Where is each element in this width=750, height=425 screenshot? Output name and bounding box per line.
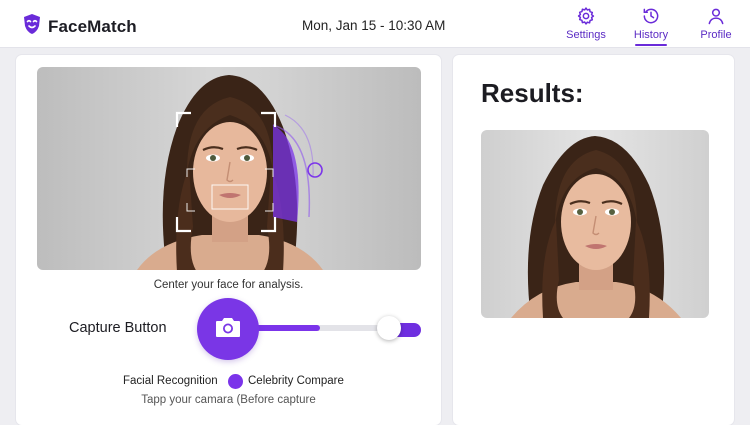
result-photo[interactable] (481, 130, 709, 318)
active-tab-indicator (635, 44, 667, 46)
top-bar: FaceMatch Mon, Jan 15 - 10:30 AM Setting… (0, 0, 750, 48)
capture-button-label: Capture Button (69, 320, 167, 336)
user-icon (686, 6, 746, 26)
results-title: Results: (481, 78, 584, 108)
brand[interactable]: FaceMatch (22, 13, 137, 40)
camera-preview-image (137, 75, 323, 270)
mode-celebrity-compare[interactable]: Celebrity Compare (248, 375, 344, 387)
nav-history-label: History (633, 29, 669, 41)
app-name: FaceMatch (48, 16, 137, 36)
mode-facial-recognition[interactable]: Facial Recognition (123, 375, 218, 387)
current-datetime: Mon, Jan 15 - 10:30 AM (302, 18, 446, 33)
camera-preview[interactable] (37, 67, 421, 270)
nav-profile[interactable]: Profile (686, 6, 746, 41)
clock-icon (621, 6, 681, 26)
capture-button[interactable] (197, 298, 259, 360)
capture-hint: Center your face for analysis. (153, 279, 304, 291)
capture-panel: Center your face for analysis. Capture B… (16, 55, 441, 425)
capture-tip: Tapp your camara (Before capture (141, 394, 316, 406)
radio-selected[interactable] (228, 374, 243, 389)
gear-icon (556, 6, 616, 26)
result-photo-image (511, 136, 681, 318)
face-mask-icon (22, 13, 42, 40)
nav-settings-label: Settings (566, 29, 606, 41)
camera-icon (214, 315, 242, 344)
nav-history[interactable]: History (621, 6, 681, 46)
results-panel: Results: (453, 55, 734, 425)
nav-profile-label: Profile (700, 29, 732, 41)
mode-selector: Facial Recognition Celebrity Compare (16, 374, 441, 391)
nav-settings[interactable]: Settings (556, 6, 616, 41)
slider-thumb[interactable] (377, 316, 401, 340)
